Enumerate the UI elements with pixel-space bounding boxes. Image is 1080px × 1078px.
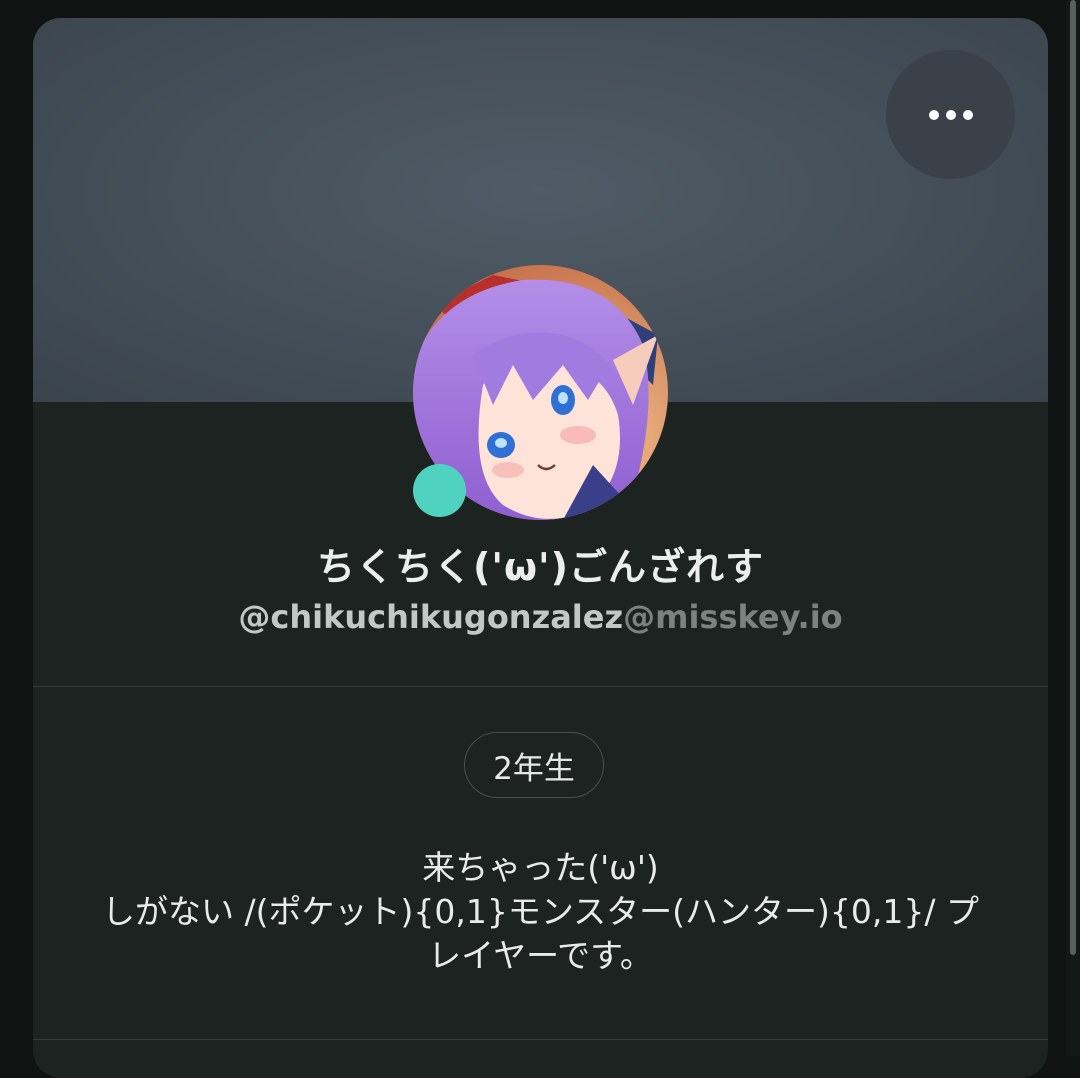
handle-username: @chikuchikugonzalez xyxy=(238,598,624,636)
scrollbar-thumb[interactable] xyxy=(1070,0,1076,955)
bio-line: 来ちゃった('ω') xyxy=(422,848,659,887)
handle-host: @misskey.io xyxy=(623,598,843,636)
divider xyxy=(33,686,1048,687)
divider xyxy=(33,1039,1048,1040)
bio-line: レイヤーです。 xyxy=(428,936,653,975)
bio-line: しがない /(ポケット){0,1}モンスター(ハンター){0,1}/ プ xyxy=(102,892,979,931)
profile-card: ちくちく('ω')ごんざれす @chikuchikugonzalez@missk… xyxy=(33,18,1048,1078)
profile-bio: 来ちゃった('ω') しがない /(ポケット){0,1}モンスター(ハンター){… xyxy=(53,846,1028,978)
account-age-badge: 2年生 xyxy=(464,732,604,798)
online-status-indicator xyxy=(413,464,466,517)
user-handle: @chikuchikugonzalez@misskey.io xyxy=(33,598,1048,636)
more-horizontal-icon xyxy=(928,109,973,120)
display-name: ちくちく('ω')ごんざれす xyxy=(316,545,765,589)
more-menu-button[interactable] xyxy=(886,50,1015,179)
